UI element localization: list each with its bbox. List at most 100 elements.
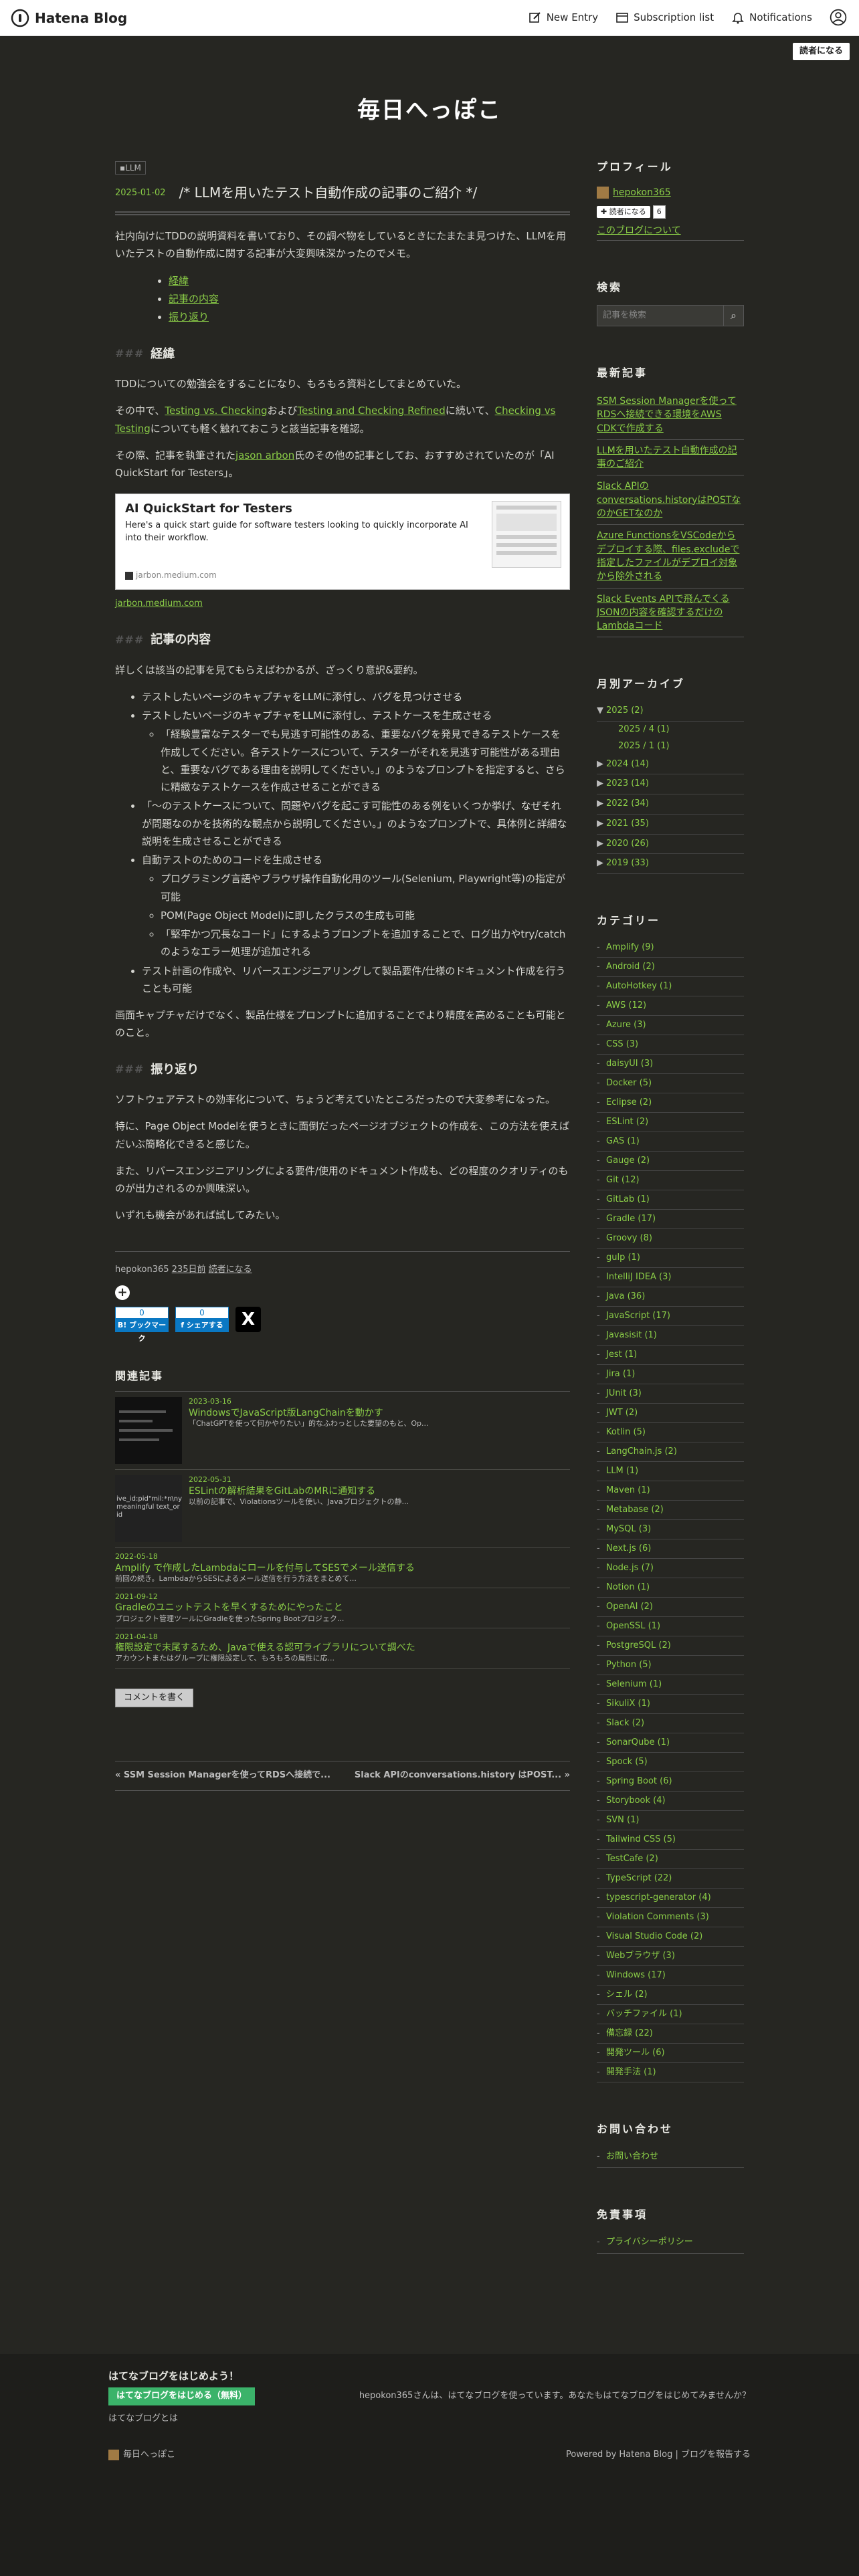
category-link[interactable]: Python (5)	[597, 1656, 744, 1676]
recent-entry-link[interactable]: Slack APIのconversations.historyはPOSTなのかG…	[597, 475, 744, 526]
category-link[interactable]: Azure (3)	[597, 1016, 744, 1036]
what-is-hatena-link[interactable]: はてなブログとは	[108, 2411, 178, 2427]
recent-entry-link[interactable]: SSM Session Managerを使ってRDSへ接続できる環境をAWS C…	[597, 391, 744, 440]
embed-card[interactable]: AI QuickStart for Testers Here's a quick…	[115, 494, 570, 591]
category-link[interactable]: Eclipse (2)	[597, 1093, 744, 1113]
category-link[interactable]: Groovy (8)	[597, 1229, 744, 1249]
prev-entry-link[interactable]: « SSM Session Managerを使ってRDSへ接続で...	[115, 1768, 330, 1784]
write-comment-button[interactable]: コメントを書く	[115, 1688, 194, 1708]
category-link[interactable]: Violation Comments (3)	[597, 1908, 744, 1928]
search-input[interactable]: 記事を検索	[597, 305, 724, 326]
x-share-button[interactable]: X	[235, 1307, 261, 1333]
category-link[interactable]: gulp (1)	[597, 1249, 744, 1269]
category-link[interactable]: シェル (2)	[597, 1985, 744, 2006]
testing-vs-checking-link[interactable]: Testing vs. Checking	[165, 405, 267, 417]
category-link[interactable]: OpenAI (2)	[597, 1598, 744, 1618]
category-link[interactable]: SVN (1)	[597, 1811, 744, 1831]
category-link[interactable]: Visual Studio Code (2)	[597, 1927, 744, 1947]
toc-link-2[interactable]: 記事の内容	[169, 293, 219, 305]
article-title[interactable]: /* LLMを用いたテスト自動作成の記事のご紹介 */	[179, 182, 478, 203]
related-item[interactable]: 2021-09-12 Gradleのユニットテストを早くするためにやったこと プ…	[115, 1588, 570, 1628]
subscription-list-link[interactable]: Subscription list	[615, 9, 714, 26]
article-date[interactable]: 2025-01-02	[115, 182, 166, 201]
category-link[interactable]: AutoHotkey (1)	[597, 977, 744, 997]
category-link[interactable]: JWT (2)	[597, 1404, 744, 1424]
toc-link-3[interactable]: 振り返り	[169, 311, 209, 323]
category-link[interactable]: Spring Boot (6)	[597, 1772, 744, 1792]
category-link[interactable]: daisyUI (3)	[597, 1055, 744, 1075]
toc-link-1[interactable]: 経緯	[169, 275, 189, 287]
footer-blog-name[interactable]: 毎日へっぽこ	[108, 2448, 175, 2463]
category-link[interactable]: JavaScript (17)	[597, 1307, 744, 1327]
category-link[interactable]: Windows (17)	[597, 1966, 744, 1986]
reader-button[interactable]: ✚ 読者になる	[597, 205, 650, 218]
recent-entry-link[interactable]: Slack Events APIで飛んでくるJSONの内容を確認するだけのLam…	[597, 588, 744, 638]
archive-year[interactable]: ▶ 2024 (14)	[597, 755, 744, 775]
category-link[interactable]: SonarQube (1)	[597, 1733, 744, 1753]
related-title[interactable]: WindowsでJavaScript版LangChainを動かす	[189, 1407, 429, 1419]
archive-year[interactable]: ▶ 2020 (26)	[597, 835, 744, 855]
permalink-ago[interactable]: 235日前	[172, 1265, 206, 1275]
category-link[interactable]: Git (12)	[597, 1171, 744, 1191]
category-link[interactable]: Metabase (2)	[597, 1501, 744, 1521]
powered-by[interactable]: Powered by Hatena Blog | ブログを報告する	[566, 2448, 751, 2463]
hatena-bookmark-button[interactable]: 0 B! ブックマーク	[115, 1307, 169, 1343]
jason-arbon-link[interactable]: jason arbon	[235, 449, 294, 461]
related-title[interactable]: ESLintの解析結果をGitLabのMRに通知する	[189, 1485, 409, 1497]
start-blog-button[interactable]: はてなブログをはじめる（無料）	[108, 2387, 256, 2405]
category-link[interactable]: Javasisit (1)	[597, 1326, 744, 1346]
category-link[interactable]: GitLab (1)	[597, 1190, 744, 1210]
testing-and-checking-refined-link[interactable]: Testing and Checking Refined	[298, 405, 446, 417]
archive-month[interactable]: 2025 / 4 (1)	[597, 722, 744, 738]
category-link[interactable]: Android (2)	[597, 958, 744, 978]
related-item[interactable]: 2023-03-16 WindowsでJavaScript版LangChainを…	[115, 1392, 570, 1471]
related-item[interactable]: ive_id:pid"mil:*n\nyx.it-meaningful text…	[115, 1470, 570, 1549]
category-link[interactable]: Tailwind CSS (5)	[597, 1830, 744, 1850]
category-link[interactable]: Slack (2)	[597, 1714, 744, 1734]
category-link[interactable]: AWS (12)	[597, 996, 744, 1016]
avatar[interactable]	[597, 187, 609, 199]
facebook-share-button[interactable]: 0f シェアする	[175, 1307, 229, 1333]
category-link[interactable]: Maven (1)	[597, 1481, 744, 1501]
search-icon[interactable]: ⌕	[724, 305, 744, 326]
archive-year[interactable]: ▶ 2022 (34)	[597, 794, 744, 815]
profile-name[interactable]: hepokon365	[613, 185, 671, 201]
category-link[interactable]: CSS (3)	[597, 1035, 744, 1055]
privacy-policy-link[interactable]: プライバシーポリシー	[597, 2232, 744, 2254]
category-link[interactable]: Spock (5)	[597, 1753, 744, 1773]
category-link[interactable]: MySQL (3)	[597, 1520, 744, 1540]
category-link[interactable]: SikuliX (1)	[597, 1695, 744, 1715]
embed-source-link[interactable]: jarbon.medium.com	[115, 599, 203, 609]
reader-link[interactable]: 読者になる	[209, 1265, 252, 1275]
archive-year[interactable]: ▶ 2021 (35)	[597, 815, 744, 835]
hatena-blog-logo[interactable]: Hatena Blog	[11, 9, 127, 27]
recent-entry-link[interactable]: LLMを用いたテスト自動作成の記事のご紹介	[597, 440, 744, 476]
reader-button-top[interactable]: 読者になる	[792, 43, 850, 60]
category-link[interactable]: TestCafe (2)	[597, 1850, 744, 1870]
category-link[interactable]: 備忘録 (22)	[597, 2024, 744, 2044]
category-link[interactable]: OpenSSL (1)	[597, 1617, 744, 1637]
archive-year[interactable]: ▶ 2019 (33)	[597, 854, 744, 875]
category-link[interactable]: Storybook (4)	[597, 1792, 744, 1812]
category-link[interactable]: Java (36)	[597, 1287, 744, 1307]
related-title[interactable]: 権限設定で末尾するため、Javaで使える認可ライブラリについて調べた	[115, 1642, 570, 1654]
category-link[interactable]: Webブラウザ (3)	[597, 1947, 744, 1967]
category-link[interactable]: Gradle (17)	[597, 1210, 744, 1230]
category-link[interactable]: Gauge (2)	[597, 1152, 744, 1172]
category-link[interactable]: Kotlin (5)	[597, 1423, 744, 1443]
category-link[interactable]: typescript-generator (4)	[597, 1889, 744, 1909]
category-link[interactable]: Next.js (6)	[597, 1539, 744, 1560]
category-link[interactable]: 開発ツール (6)	[597, 2044, 744, 2064]
related-title[interactable]: Gradleのユニットテストを早くするためにやったこと	[115, 1602, 570, 1614]
category-link[interactable]: LLM (1)	[597, 1462, 744, 1482]
related-title[interactable]: Amplify で作成したLambdaにロールを付与してSESでメール送信する	[115, 1562, 570, 1574]
notifications-link[interactable]: Notifications	[731, 9, 812, 26]
category-link[interactable]: PostgreSQL (2)	[597, 1636, 744, 1656]
category-link[interactable]: バッチファイル (1)	[597, 2005, 744, 2025]
category-link[interactable]: ESLint (2)	[597, 1113, 744, 1133]
category-link[interactable]: IntelliJ IDEA (3)	[597, 1268, 744, 1288]
archive-month[interactable]: 2025 / 1 (1)	[597, 738, 744, 755]
about-blog-link[interactable]: このブログについて	[597, 225, 681, 236]
new-entry-link[interactable]: New Entry	[529, 9, 598, 26]
archive-year-open[interactable]: ▼ 2025 (2)	[597, 702, 744, 722]
